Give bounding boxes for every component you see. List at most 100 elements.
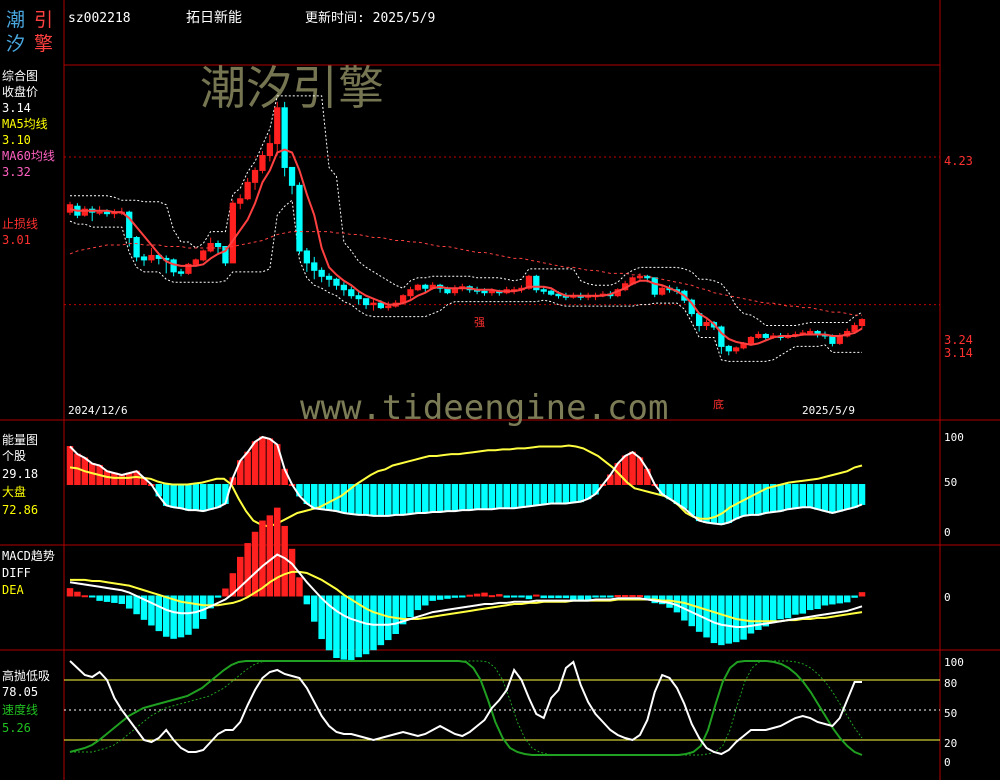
candle-body xyxy=(755,333,762,338)
candle xyxy=(325,273,333,287)
macd-bar xyxy=(814,595,821,610)
candle-body xyxy=(422,284,429,289)
candle xyxy=(266,134,273,162)
energy-bar xyxy=(673,484,681,504)
candle-body xyxy=(836,335,843,344)
energy-bar xyxy=(769,484,777,513)
energy-bar xyxy=(414,484,422,514)
macd-bar xyxy=(710,595,718,644)
energy-bar xyxy=(118,474,126,485)
macd-title: MACD趋势 xyxy=(2,549,55,563)
candle xyxy=(177,268,185,277)
candle xyxy=(66,201,74,216)
candle-body xyxy=(259,155,266,171)
candle-body xyxy=(651,277,658,295)
energy-bar xyxy=(851,484,858,508)
update-time: 更新时间: 2025/5/9 xyxy=(305,10,435,26)
macd-bar xyxy=(348,595,355,661)
macd-bar xyxy=(444,595,451,599)
energy-bar xyxy=(496,484,503,509)
macd-bar xyxy=(296,577,303,597)
candle xyxy=(133,236,140,262)
candle xyxy=(844,328,851,338)
energy-bar xyxy=(177,484,185,509)
energy-bar xyxy=(703,484,710,523)
energy-market-label: 大盘 xyxy=(2,484,26,499)
candle-body xyxy=(281,107,288,168)
energy-bar xyxy=(192,484,200,511)
macd-bar xyxy=(74,591,81,597)
macd-bar xyxy=(377,595,385,646)
candle-body xyxy=(407,289,414,297)
energy-bar xyxy=(311,484,318,509)
energy-bar xyxy=(533,484,540,506)
macd-bar xyxy=(836,595,844,604)
candle xyxy=(755,331,762,339)
macd-bar xyxy=(829,595,836,605)
stock-name: 拓日新能 xyxy=(186,10,242,26)
band-lower xyxy=(69,199,862,362)
hl-title: 高抛低吸 xyxy=(2,668,50,683)
energy-title: 能量图 xyxy=(2,433,38,447)
energy-bar xyxy=(732,484,740,520)
candle xyxy=(170,258,177,277)
candle-body xyxy=(333,278,340,286)
macd-bar xyxy=(518,595,525,598)
energy-bar xyxy=(821,484,829,512)
candle-body xyxy=(66,204,74,213)
macd-bar xyxy=(799,595,807,614)
candle xyxy=(333,277,340,290)
energy-bar xyxy=(547,484,555,504)
candle-body xyxy=(103,211,111,215)
candle xyxy=(362,298,370,310)
candle xyxy=(451,285,459,296)
hl-speed-line xyxy=(69,660,863,756)
macd-bar xyxy=(636,595,644,598)
candle-body xyxy=(96,211,103,214)
macd-bar xyxy=(525,595,533,600)
energy-bar xyxy=(429,484,436,513)
candle xyxy=(311,256,318,280)
candle xyxy=(733,346,740,354)
candle xyxy=(547,289,555,296)
macd-bar xyxy=(577,595,584,601)
energy-bar xyxy=(170,484,177,508)
energy-bar xyxy=(466,484,473,511)
macd-bar xyxy=(621,595,629,598)
energy-bar xyxy=(392,484,399,516)
logo-char-4: 擎 xyxy=(34,33,53,55)
macd-bar xyxy=(496,594,503,597)
macd-bar xyxy=(777,595,784,620)
macd-bar xyxy=(769,595,777,623)
candle-body xyxy=(288,166,296,186)
close-label: 收盘价 xyxy=(2,84,38,99)
macd-bar xyxy=(725,595,733,644)
macd-bar xyxy=(792,595,799,615)
energy-bar xyxy=(843,484,851,510)
brand-watermark: 潮汐引擎 xyxy=(200,61,384,115)
macd-bar xyxy=(718,595,725,646)
energy-bar xyxy=(570,484,577,504)
logo-char-2: 引 xyxy=(34,9,53,31)
energy-bar xyxy=(747,484,755,516)
candle-body xyxy=(318,269,325,277)
candle-body xyxy=(829,335,836,344)
energy-bar xyxy=(259,436,266,485)
macd-bar xyxy=(66,588,74,597)
candle-body xyxy=(370,302,377,306)
right-label-3.14: 3.14 xyxy=(944,346,973,360)
energy-bar xyxy=(518,484,525,508)
hl-panel-labels: 高抛低吸 78.05 速度线 5.26 100 80 50 20 0 xyxy=(2,656,964,769)
candle xyxy=(281,101,288,177)
candle xyxy=(251,167,259,190)
candles xyxy=(66,101,866,356)
candle-body xyxy=(244,181,251,200)
candle xyxy=(414,283,422,292)
energy-bar xyxy=(385,484,392,517)
macd-bar xyxy=(466,594,473,597)
band-upper xyxy=(70,95,863,327)
macd-bar xyxy=(851,595,858,598)
macd-bar xyxy=(370,595,377,651)
energy-bar xyxy=(814,484,821,510)
energy-chart xyxy=(66,435,866,528)
